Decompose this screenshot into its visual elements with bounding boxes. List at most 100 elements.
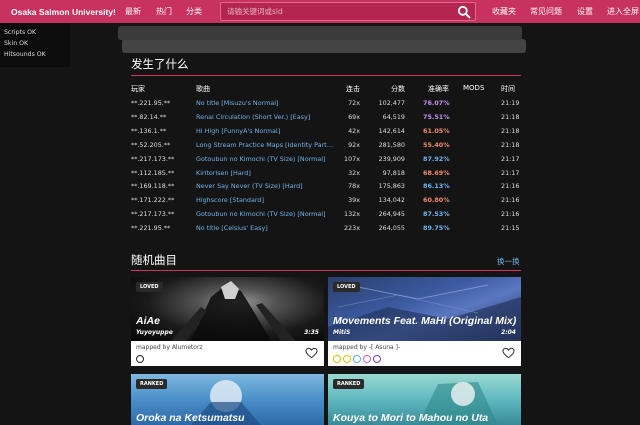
status-badge: LOVED bbox=[333, 282, 360, 292]
row-player[interactable]: **.221.95.** bbox=[131, 99, 170, 107]
beatmap-length: 2:04 bbox=[501, 329, 516, 336]
top-nav: Osaka Salmon University! 最新 热门 分类 收藏夹 常见… bbox=[0, 0, 640, 23]
table-row: **.52.205.** Long Stream Practice Maps [I… bbox=[0, 141, 640, 154]
row-song[interactable]: No title [Celsius' Easy] bbox=[196, 224, 334, 232]
difficulty-icon[interactable] bbox=[353, 355, 361, 363]
random-section-title: 随机曲目 bbox=[131, 253, 177, 267]
row-song[interactable]: Gotoubun no Kimochi (TV Size) [Normal] bbox=[196, 210, 334, 218]
recent-section-title: 发生了什么 bbox=[131, 57, 189, 71]
row-player[interactable]: **.112.185.** bbox=[131, 169, 174, 177]
nav-hot[interactable]: 热门 bbox=[156, 6, 172, 17]
row-combo: 72x bbox=[348, 99, 360, 107]
beatmap-cover: RANKED Kouya to Mori to Mahou no Uta bbox=[328, 374, 521, 425]
row-accuracy: 68.69% bbox=[423, 168, 450, 177]
row-combo: 42x bbox=[348, 126, 360, 135]
row-time: 21:19 bbox=[501, 99, 520, 107]
beatmap-card[interactable]: LOVED AiAe Yuyoyuppe 3:35 mapped by Alum… bbox=[131, 277, 324, 366]
row-time: 21:16 bbox=[501, 182, 520, 191]
announcement-banner bbox=[118, 26, 522, 40]
nav-category[interactable]: 分类 bbox=[186, 6, 202, 17]
row-combo: 132x bbox=[344, 210, 360, 219]
search-box bbox=[220, 2, 476, 21]
row-combo: 78x bbox=[348, 182, 360, 191]
beatmap-card[interactable]: RANKED Kouya to Mori to Mahou no Uta bbox=[328, 374, 521, 425]
row-song[interactable]: No title [Misuzu's Normal] bbox=[196, 99, 334, 107]
row-song[interactable]: Gotoubun no Kimochi (TV Size) [Normal] bbox=[196, 155, 334, 163]
row-player[interactable]: **.169.118.** bbox=[131, 182, 174, 190]
beatmap-cover: LOVED Movements Feat. MaHi (Original Mix… bbox=[328, 277, 521, 341]
table-row: **.221.95.** No title [Celsius' Easy] 223x… bbox=[0, 224, 640, 237]
row-accuracy: 55.40% bbox=[423, 140, 450, 149]
row-song[interactable]: Renai Circulation (Short Ver.) [Easy] bbox=[196, 113, 334, 121]
difficulty-icon[interactable] bbox=[333, 355, 341, 363]
status-badge: LOVED bbox=[136, 282, 163, 292]
beatmap-title: Kouya to Mori to Mahou no Uta bbox=[333, 412, 489, 424]
beatmap-length: 3:35 bbox=[304, 329, 319, 336]
heart-icon[interactable] bbox=[305, 347, 318, 359]
row-player[interactable]: **.171.222.** bbox=[131, 196, 174, 204]
header-score: 分数 bbox=[391, 85, 405, 93]
row-time: 21:17 bbox=[501, 168, 520, 177]
beatmap-cover: LOVED AiAe Yuyoyuppe 3:35 bbox=[131, 277, 324, 341]
row-time: 21:18 bbox=[501, 126, 520, 135]
row-score: 264,055 bbox=[378, 224, 405, 233]
row-score: 102,477 bbox=[378, 99, 405, 107]
beatmap-card[interactable]: RANKED Oroka na Ketsumatsu bbox=[131, 374, 324, 425]
row-accuracy: 86.13% bbox=[423, 182, 450, 191]
search-icon[interactable] bbox=[457, 5, 471, 19]
row-accuracy: 60.80% bbox=[423, 196, 450, 205]
row-accuracy: 76.07% bbox=[423, 99, 450, 107]
beatmap-artist: MitiS bbox=[333, 329, 351, 336]
header-mods: MODS bbox=[463, 84, 485, 92]
row-song[interactable]: Kiritorisen [Hard] bbox=[196, 169, 334, 177]
nav-favorites[interactable]: 收藏夹 bbox=[492, 6, 516, 17]
table-row: **.217.173.** Gotoubun no Kimochi (TV Siz… bbox=[0, 155, 640, 168]
nav-fullscreen[interactable]: 进入全屏 bbox=[607, 6, 639, 17]
row-player[interactable]: **.82.14.** bbox=[131, 113, 166, 121]
beatmap-mapper[interactable]: mapped by Alumetorz bbox=[136, 344, 203, 351]
row-player[interactable]: **.136.1.** bbox=[131, 127, 166, 135]
search-input[interactable] bbox=[227, 7, 447, 16]
row-score: 239,909 bbox=[378, 154, 405, 163]
heart-icon[interactable] bbox=[502, 347, 515, 359]
row-score: 281,580 bbox=[378, 140, 405, 149]
row-song[interactable]: Highscore [Standard] bbox=[196, 196, 334, 204]
beatmap-mapper[interactable]: mapped by -[ Asuna ]- bbox=[333, 344, 400, 351]
row-time: 21:18 bbox=[501, 112, 520, 121]
header-time: 时间 bbox=[501, 85, 515, 93]
row-score: 97,818 bbox=[382, 168, 405, 177]
beatmap-title: Oroka na Ketsumatsu bbox=[136, 412, 245, 424]
row-player[interactable]: **.52.205.** bbox=[131, 141, 170, 149]
beatmap-artist: Yuyoyuppe bbox=[136, 329, 173, 336]
row-song[interactable]: Never Say Never (TV Size) [Hard] bbox=[196, 182, 334, 190]
row-player[interactable]: **.217.173.** bbox=[131, 210, 174, 218]
difficulty-icon[interactable] bbox=[363, 355, 371, 363]
table-row: **.217.173.** Gotoubun no Kimochi (TV Siz… bbox=[0, 210, 640, 223]
site-brand[interactable]: Osaka Salmon University! bbox=[11, 7, 116, 17]
row-score: 264,945 bbox=[378, 210, 405, 219]
row-accuracy: 87.53% bbox=[423, 210, 450, 219]
row-player[interactable]: **.221.95.** bbox=[131, 224, 170, 232]
beatmap-card[interactable]: LOVED Movements Feat. MaHi (Original Mix… bbox=[328, 277, 521, 366]
row-time: 21:17 bbox=[501, 154, 520, 163]
row-accuracy: 89.75% bbox=[423, 224, 450, 233]
nav-settings[interactable]: 设置 bbox=[577, 6, 593, 17]
difficulty-icon[interactable] bbox=[343, 355, 351, 363]
row-player[interactable]: **.217.173.** bbox=[131, 155, 174, 163]
table-row: **.171.222.** Highscore [Standard] 39x 134,… bbox=[0, 196, 640, 209]
row-score: 64,519 bbox=[382, 112, 405, 121]
header-song: 歌曲 bbox=[196, 85, 210, 93]
row-song[interactable]: Long Stream Practice Maps [Identity Part… bbox=[196, 141, 334, 149]
difficulty-icon[interactable] bbox=[373, 355, 381, 363]
header-accuracy: 准确率 bbox=[428, 85, 449, 93]
nav-faq[interactable]: 常见问题 bbox=[530, 6, 562, 17]
refresh-button[interactable]: 换一换 bbox=[497, 256, 520, 267]
row-song[interactable]: Hi High [FunnyA's Normal] bbox=[196, 127, 334, 135]
row-combo: 223x bbox=[344, 224, 360, 233]
recent-title-rule bbox=[131, 75, 521, 76]
difficulty-icon[interactable] bbox=[136, 355, 144, 363]
row-accuracy: 87.92% bbox=[423, 154, 450, 163]
nav-latest[interactable]: 最新 bbox=[125, 6, 141, 17]
row-combo: 39x bbox=[348, 196, 360, 205]
row-accuracy: 75.51% bbox=[423, 112, 450, 121]
